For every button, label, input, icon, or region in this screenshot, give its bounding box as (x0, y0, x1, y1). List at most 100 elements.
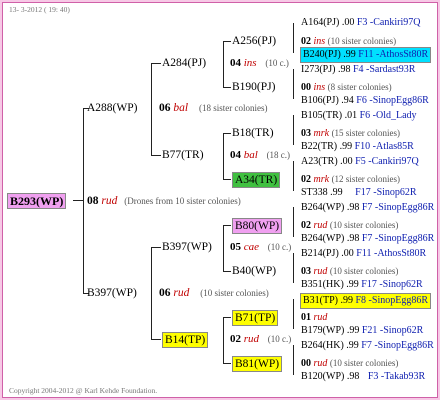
gen4-bot-tag: F21 -Sinop62R (361, 325, 424, 336)
connector (151, 63, 152, 155)
gen4-bot-tag: F11 -AthosSt80R (358, 49, 429, 60)
connector (223, 133, 231, 134)
gen4-bot[interactable]: B22(TR) .99 F10 -Atlas85R (301, 140, 414, 154)
gen4-mid: 00 rud (10 sister colonies) (301, 356, 398, 371)
gen4-mid: 03 mrk (15 sister colonies) (301, 126, 400, 141)
gen4-top[interactable]: B264(HK) .99 F7 -SinopEgg86R (301, 339, 434, 353)
gen4-bot-id: B240(PJ) .99 (303, 49, 356, 60)
gen1-queen[interactable]: A288(WP) (87, 101, 137, 115)
gen4-mid-gen: 02 (301, 36, 311, 47)
gen4-bot-id: B264(WP) .98 (301, 233, 360, 244)
connector (151, 247, 161, 248)
gen2-queen[interactable]: A284(PJ) (162, 56, 206, 70)
connector (223, 133, 224, 179)
gen4-bot-tag: F3 -Takab93R (367, 371, 426, 382)
gen4-mid: 01 rud (301, 310, 327, 325)
gen4-bot[interactable]: B264(WP) .98 F7 -SinopEgg86R (301, 232, 434, 246)
gen2-gen: 05 (230, 241, 241, 253)
gen1-note: (18 sister colonies) (198, 103, 268, 113)
connector (293, 23, 294, 53)
root-gen: 08 (87, 195, 99, 207)
connector (223, 363, 231, 364)
gen4-top[interactable]: A23(TR) .00 F5 -Cankiri97Q (301, 155, 419, 169)
gen4-top-tag: F3 -Cankiri97Q (356, 17, 421, 28)
gen4-bot[interactable]: ST338 .99 F17 -Sinop62R (301, 186, 417, 200)
gen4-top[interactable]: B214(PJ) .00 F11 -AthosSt80R (301, 247, 426, 261)
connector (151, 155, 161, 156)
gen4-bot[interactable]: B179(WP) .99 F21 -Sinop62R (301, 324, 423, 338)
gen4-bot-tag: F6 -SinopEgg86R (356, 95, 429, 106)
gen4-top[interactable]: B264(WP) .98 F7 -SinopEgg86R (301, 201, 434, 215)
gen4-mid-gen: 03 (301, 128, 311, 139)
gen3-queen[interactable]: B40(WP) (232, 264, 276, 278)
gen2-queen[interactable]: B397(WP) (162, 240, 212, 254)
gen4-top[interactable]: A164(PJ) .00 F3 -Cankiri97Q (301, 16, 420, 30)
connector (151, 339, 161, 340)
gen2-breeder: cae (243, 241, 260, 253)
gen4-top-id: A23(TR) .00 (301, 156, 353, 167)
root-breeder: rud (101, 195, 118, 207)
gen2-queen[interactable]: B14(TP) (162, 332, 209, 348)
gen4-mid-gen: 03 (301, 266, 311, 277)
gen4-mid-breeder: rud (313, 266, 328, 277)
gen1-note: (10 sister colonies) (200, 288, 269, 298)
connector (223, 225, 224, 271)
connector (293, 253, 294, 283)
gen3-queen[interactable]: A34(TR) (232, 172, 281, 188)
gen4-mid-note: (10 sister colonies) (329, 358, 399, 368)
gen1-info: 06 bal (18 sister colonies) (159, 101, 267, 115)
gen4-bot[interactable]: B106(PJ) .94 F6 -SinopEgg86R (301, 94, 429, 108)
gen1-breeder: rud (173, 287, 190, 299)
gen3-queen[interactable]: B71(TP) (232, 310, 279, 326)
gen4-mid-breeder: rud (313, 312, 328, 323)
gen3-queen[interactable]: B18(TR) (232, 126, 274, 140)
gen1-gen: 06 (159, 102, 171, 114)
gen4-top-tag: F6 -Old_Lady (359, 110, 417, 121)
gen4-bot-tag: F17 -Sinop62R (355, 187, 417, 198)
connector (223, 41, 224, 87)
gen1-queen[interactable]: B397(WP) (87, 286, 137, 300)
connector (223, 41, 231, 42)
gen4-bot-tag: F10 -Atlas85R (354, 141, 414, 152)
gen3-queen[interactable]: B81(WP) (232, 356, 283, 372)
gen4-top-tag: F7 -SinopEgg86R (361, 202, 435, 213)
connector (223, 179, 231, 180)
connector (223, 271, 231, 272)
gen4-top-id: B264(HK) .99 (301, 340, 359, 351)
gen4-top[interactable]: B31(TP) .99 F8 -SinopEgg86R (300, 293, 432, 309)
date-stamp: 13- 3-2012 ( 19: 40) (9, 5, 70, 14)
connector (223, 317, 224, 363)
gen2-queen[interactable]: B77(TR) (162, 148, 204, 162)
gen3-queen[interactable]: B190(PJ) (232, 80, 275, 94)
connector (151, 63, 161, 64)
gen4-bot[interactable]: B120(WP) .98 F3 -Takab93R (301, 370, 425, 384)
gen4-bot[interactable]: B240(PJ) .99 F11 -AthosSt80R (300, 47, 432, 63)
gen4-mid-breeder: ins (313, 82, 326, 93)
gen4-mid: 03 rud (10 sister colonies) (301, 264, 398, 279)
gen4-mid-gen: 00 (301, 358, 311, 369)
gen4-bot-tag: F7 -SinopEgg86R (361, 233, 435, 244)
gen4-mid-gen: 02 (301, 220, 311, 231)
gen4-top-tag: F5 -Cankiri97Q (355, 156, 419, 167)
gen4-top[interactable]: I273(PJ) .98 F4 -Sardast93R (301, 63, 415, 77)
connector (293, 161, 294, 191)
gen2-gen: 04 (230, 149, 241, 161)
gen4-mid-note: (8 sister colonies) (327, 82, 392, 92)
root-note: (Drones from 10 sister colonies) (124, 196, 241, 206)
gen2-info: 02 rud (10 c.) (230, 332, 291, 346)
gen4-top[interactable]: B105(TR) .01 F6 -Old_Lady (301, 109, 417, 123)
gen3-queen[interactable]: B80(WP) (232, 218, 283, 234)
gen4-mid-breeder: rud (313, 220, 328, 231)
gen1-gen: 06 (159, 287, 171, 299)
connector (293, 69, 294, 99)
root-queen[interactable]: B293(WP) (7, 193, 67, 209)
gen4-mid: 02 rud (10 sister colonies) (301, 218, 398, 233)
gen4-mid-note: (12 sister colonies) (331, 174, 401, 184)
connector (293, 345, 294, 375)
gen4-bot-id: B351(HK) .99 (301, 279, 359, 290)
gen4-mid-breeder: rud (313, 358, 328, 369)
gen3-queen[interactable]: A256(PJ) (232, 34, 276, 48)
gen4-bot[interactable]: B351(HK) .99 F17 -Sinop62R (301, 278, 423, 292)
gen4-top-tag: F8 -SinopEgg86R (355, 295, 429, 306)
gen2-gen: 04 (230, 57, 241, 69)
